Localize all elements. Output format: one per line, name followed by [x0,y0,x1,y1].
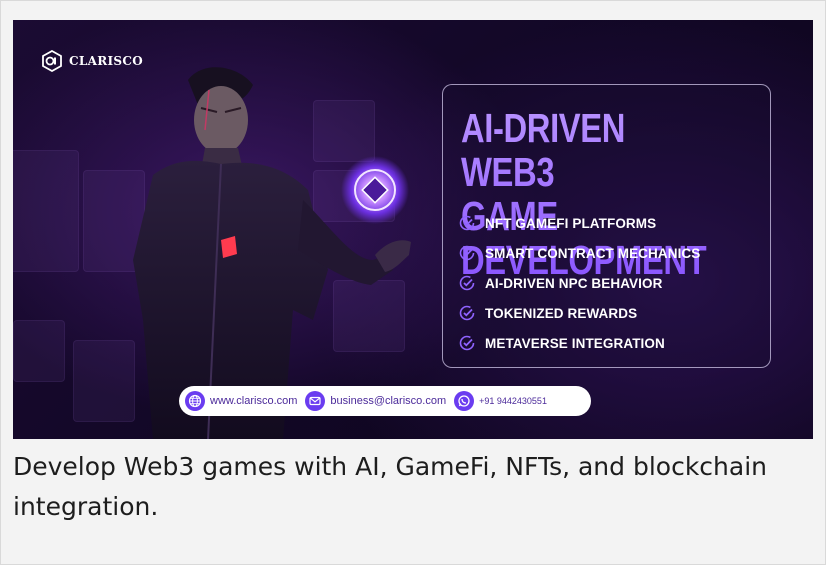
feature-item: AI-DRIVEN NPC BEHAVIOR [459,268,700,298]
post-card: CLARISCO AI-DRIVEN WEB3 GAME DEVELOPMENT… [0,0,826,565]
feature-label: AI-DRIVEN NPC BEHAVIOR [485,275,663,291]
check-icon [459,245,475,261]
feature-label: NFT GAMEFI PLATFORMS [485,215,657,231]
contact-bar: www.clarisco.com business@clarisco.com +… [179,386,591,416]
feature-item: TOKENIZED REWARDS [459,298,700,328]
promo-banner-image[interactable]: CLARISCO AI-DRIVEN WEB3 GAME DEVELOPMENT… [13,20,813,439]
contact-phone[interactable]: +91 9442430551 [454,391,547,411]
bg-tile [13,150,79,272]
contact-website[interactable]: www.clarisco.com [185,391,297,411]
check-icon [459,215,475,231]
check-icon [459,275,475,291]
image-caption: Develop Web3 games with AI, GameFi, NFTs… [13,452,768,521]
feature-label: TOKENIZED REWARDS [485,305,638,321]
email-text: business@clarisco.com [330,395,447,407]
website-text: www.clarisco.com [210,395,298,407]
feature-label: SMART CONTRACT MECHANICS [485,245,701,261]
feature-label: METAVERSE INTEGRATION [485,335,665,351]
headline-line-1: AI-DRIVEN WEB3 [461,105,626,195]
check-icon [459,335,475,351]
feature-item: NFT GAMEFI PLATFORMS [459,208,700,238]
contact-email[interactable]: business@clarisco.com [305,391,446,411]
check-icon [459,305,475,321]
logo-icon [41,50,63,72]
whatsapp-icon [454,391,475,411]
feature-item: METAVERSE INTEGRATION [459,328,700,358]
feature-list: NFT GAMEFI PLATFORMS SMART CONTRACT MECH… [459,208,700,358]
globe-icon [185,391,205,411]
bg-tile [13,320,65,382]
game-character-illustration [133,67,411,439]
mail-icon [305,391,326,411]
phone-text: +91 9442430551 [479,396,547,406]
feature-item: SMART CONTRACT MECHANICS [459,238,700,268]
